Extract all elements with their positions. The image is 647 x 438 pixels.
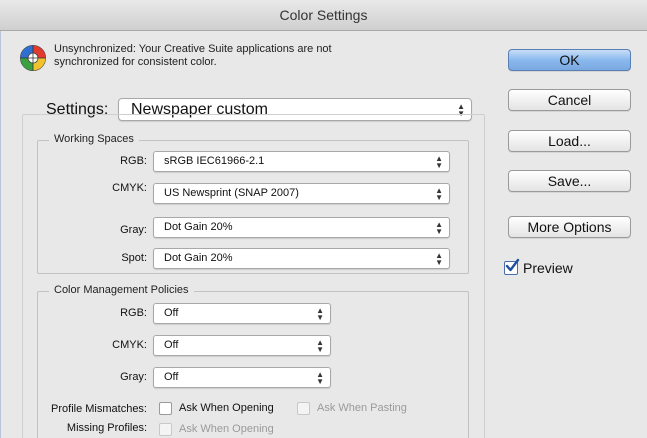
- policy-gray-select[interactable]: Off ▲ ▼: [153, 367, 331, 388]
- window-title: Color Settings: [0, 0, 647, 31]
- ws-gray-value: Dot Gain 20%: [164, 221, 233, 233]
- ask-when-pasting-label: Ask When Pasting: [317, 402, 407, 414]
- checkmark-icon: [505, 258, 520, 272]
- policy-cmyk-value: Off: [164, 339, 179, 351]
- policy-rgb-select[interactable]: Off ▲ ▼: [153, 303, 331, 324]
- dialog-content: Unsynchronized: Your Creative Suite appl…: [0, 31, 647, 438]
- updown-arrows-icon: ▲ ▼: [435, 250, 443, 267]
- profile-mismatches-label: Profile Mismatches:: [51, 403, 147, 415]
- policies-title: Color Management Policies: [49, 284, 194, 296]
- preview-checkbox[interactable]: [504, 258, 520, 275]
- updown-arrows-icon: ▲ ▼: [316, 369, 324, 386]
- ws-gray-select[interactable]: Dot Gain 20% ▲ ▼: [153, 217, 450, 238]
- sync-status-line1: Unsynchronized: Your Creative Suite appl…: [54, 43, 332, 55]
- missing-profiles-label: Missing Profiles:: [66, 422, 147, 434]
- policy-gray-value: Off: [164, 371, 179, 383]
- ws-spot-label: Spot:: [121, 252, 147, 264]
- ws-cmyk-label: CMYK:: [112, 182, 147, 194]
- policy-cmyk-label: CMYK:: [112, 339, 147, 351]
- ws-rgb-label: RGB:: [120, 155, 147, 167]
- working-spaces-title: Working Spaces: [49, 133, 139, 145]
- missing-ask-when-opening-checkbox[interactable]: [159, 423, 172, 436]
- policy-rgb-value: Off: [164, 307, 179, 319]
- updown-arrows-icon: ▲ ▼: [435, 153, 443, 170]
- ask-when-pasting-checkbox[interactable]: [297, 402, 310, 415]
- updown-arrows-icon: ▲ ▼: [316, 305, 324, 322]
- ws-rgb-select[interactable]: sRGB IEC61966-2.1 ▲ ▼: [153, 151, 450, 172]
- updown-arrows-icon: ▲ ▼: [435, 219, 443, 236]
- save-button[interactable]: Save...: [508, 170, 631, 192]
- ws-gray-label: Gray:: [120, 224, 147, 236]
- cancel-button[interactable]: Cancel: [508, 89, 631, 111]
- ok-button[interactable]: OK: [508, 49, 631, 71]
- policy-gray-label: Gray:: [120, 371, 147, 383]
- color-sync-icon: [20, 45, 46, 71]
- updown-arrows-icon: ▲ ▼: [435, 185, 443, 202]
- ws-cmyk-select[interactable]: US Newsprint (SNAP 2007) ▲ ▼: [153, 183, 450, 204]
- policy-cmyk-select[interactable]: Off ▲ ▼: [153, 335, 331, 356]
- ask-when-opening-checkbox[interactable]: [159, 402, 172, 415]
- ws-spot-value: Dot Gain 20%: [164, 252, 233, 264]
- ws-cmyk-value: US Newsprint (SNAP 2007): [164, 187, 299, 199]
- ask-when-opening-label: Ask When Opening: [179, 402, 274, 414]
- updown-arrows-icon: ▲ ▼: [316, 337, 324, 354]
- sync-status-line2: synchronized for consistent color.: [54, 56, 217, 68]
- policy-rgb-label: RGB:: [120, 307, 147, 319]
- more-options-button[interactable]: More Options: [508, 216, 631, 238]
- ws-spot-select[interactable]: Dot Gain 20% ▲ ▼: [153, 248, 450, 269]
- missing-ask-when-opening-label: Ask When Opening: [179, 423, 274, 435]
- sync-status-text: Unsynchronized: Your Creative Suite appl…: [54, 43, 384, 69]
- load-button[interactable]: Load...: [508, 130, 631, 152]
- ws-rgb-value: sRGB IEC61966-2.1: [164, 155, 265, 167]
- preview-label: Preview: [523, 260, 573, 276]
